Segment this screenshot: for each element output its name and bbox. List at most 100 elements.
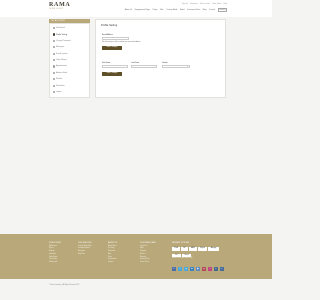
payment-badge: Afterpay [208,247,219,252]
menu-bullet-icon [52,33,55,36]
footer-link[interactable]: Register [49,251,61,253]
menu-bullet-icon [52,27,55,30]
youtube-icon[interactable]: ▶ [196,267,200,271]
chevron-down-icon: ▾ [187,67,189,68]
sidebar-item-label: Change Password [56,39,71,42]
main-nav: About Us Engagement Rings Rings Gifts Custom… [125,7,227,12]
tumblr-icon[interactable]: t [214,267,218,271]
copyright: © Rama Jewellery - All Rights Reserved 2… [49,284,80,286]
sidebar-item-label: Profile Setting [56,33,68,36]
brand-tagline: JEWELLERY [49,8,64,10]
payment-badge: MC [181,247,188,252]
cart-button[interactable]: Cart (0) [217,7,227,12]
footer-heading: ABOUT US [108,242,118,244]
nav-item[interactable]: Investment Bars [187,9,200,11]
footer-link[interactable]: Shipping [140,251,156,253]
payment-badge: AMEX [189,247,197,252]
footer-link[interactable]: Jewellery Repairs [78,248,92,250]
instagram-icon[interactable]: i [208,267,212,271]
secure-shopping-label: SAFE & SECURE SHOPPING [172,258,193,259]
utility-link[interactable]: Sign Up [182,3,188,5]
last-name-label: Last Name [131,62,140,64]
footer-column: ABOUT US About Rama Our Story Showroom Blog P… [108,242,117,265]
sidebar-item-label: Wishlist [56,78,63,81]
menu-bullet-icon [52,84,55,87]
last-name-field[interactable] [131,65,157,69]
sidebar-item-label: Order History [56,59,67,62]
footer-link[interactable]: Ring Sizer [78,254,92,256]
footer-link[interactable]: Delivery Info [49,262,61,264]
save-email-button[interactable]: Save Changes [102,46,122,50]
nav-item[interactable]: About Us [125,9,132,11]
sidebar-item-label: Address Book [56,71,68,74]
footer-link[interactable]: Blog [108,254,117,256]
footer-link[interactable]: Terms of Use [140,262,156,264]
footer-column: CUSTOMER CARE Contact Us FAQs Shipping Retur… [140,242,156,265]
twitter-icon[interactable]: t [178,267,182,271]
footer-link[interactable]: FAQs [140,248,156,250]
sidebar-item[interactable]: Logout [50,89,89,95]
menu-bullet-icon [52,65,55,68]
pinterest-icon[interactable]: p [202,267,206,271]
utility-nav: Sign Up Favourites Store Locator Order Stat… [182,3,227,5]
sidebar-item-label: Logout [56,91,62,94]
nav-item[interactable]: Contact [209,9,215,11]
sidebar-item-label: Dashboard [56,27,65,30]
utility-link[interactable]: Order Status [212,3,222,5]
rss-icon[interactable]: r [220,267,224,271]
menu-bullet-icon [52,71,55,75]
footer-link[interactable]: Sign In [49,248,61,250]
nav-item[interactable]: Rings [153,9,158,11]
menu-bullet-icon [52,59,55,62]
sidebar-item-label: Saved Quotes [56,52,68,55]
security-seal: SSL [172,253,181,257]
page-title: Profile Setting [101,24,118,27]
footer-link[interactable]: Showroom [108,251,117,253]
footer-column: MY ACCOUNT My Account Sign In Register Favou… [49,242,61,265]
email-field[interactable] [102,37,129,41]
utility-link[interactable]: Favourites [190,3,198,5]
footer-link[interactable]: Privacy Policy [140,259,156,261]
first-name-field[interactable] [102,65,128,69]
footer-link[interactable]: Favourites [49,254,61,256]
menu-bullet-icon [52,46,55,49]
nav-item[interactable]: Blog [203,9,207,11]
footer-link[interactable]: Returns [140,254,156,256]
nav-item[interactable]: Custom Made [166,9,177,11]
footer-heading: CUSTOMER CARE [140,242,156,244]
profile-setting-panel: Profile Setting Email Address We will se… [95,19,226,98]
payment-badge: VISA [172,247,180,252]
google-plus-icon[interactable]: g [184,267,188,271]
footer-link[interactable]: Testimonials [108,259,117,261]
utility-link[interactable]: Help [224,3,227,5]
save-button[interactable]: Save Changes [102,72,122,76]
facebook-icon[interactable]: f [172,267,176,271]
sidebar-item-label: Messages [56,46,65,49]
brand-name: RAMA [49,2,71,8]
footer-link[interactable]: Our Story [108,248,117,250]
sidebar-menu: Dashboard Profile Setting Change Password M… [49,23,90,99]
footer-heading: OUR SERVICES [78,242,92,244]
footer-link[interactable]: Track Order [49,259,61,261]
first-name-label: First Name [102,62,111,64]
nav-item[interactable]: Engagement Rings [135,9,150,11]
email-hint: We will send you a link to confirm your … [102,42,141,43]
email-label: Email Address [102,34,113,36]
linkedin-icon[interactable]: in [190,267,194,271]
footer-link[interactable]: Careers [108,262,117,264]
security-seal: Secure [182,253,191,257]
brand-logo[interactable]: RAMA JEWELLERY [49,2,70,10]
footer-heading: MY ACCOUNT [49,242,61,244]
header: RAMA JEWELLERY Sign Up Favourites Store Lo… [0,0,272,17]
footer: PAYMENT OPTIONS SAFE & SECURE SHOPPING M… [0,234,272,279]
footer-column: OUR SERVICES Custom Made Rings Jewellery R… [78,242,92,257]
account-sidebar: MY ACCOUNT Dashboard Profile Setting Chang… [49,19,90,99]
gender-select[interactable]: ▾ [162,65,190,69]
sidebar-item-label: Appointments [56,65,67,68]
nav-item[interactable]: Gifts [160,9,164,11]
utility-link[interactable]: Store Locator [200,3,210,5]
footer-link[interactable]: Valuations [78,251,92,253]
payment-badge: PayPal [198,247,207,252]
nav-item[interactable]: Bridal [180,9,185,11]
payment-heading: PAYMENT OPTIONS [172,242,189,244]
